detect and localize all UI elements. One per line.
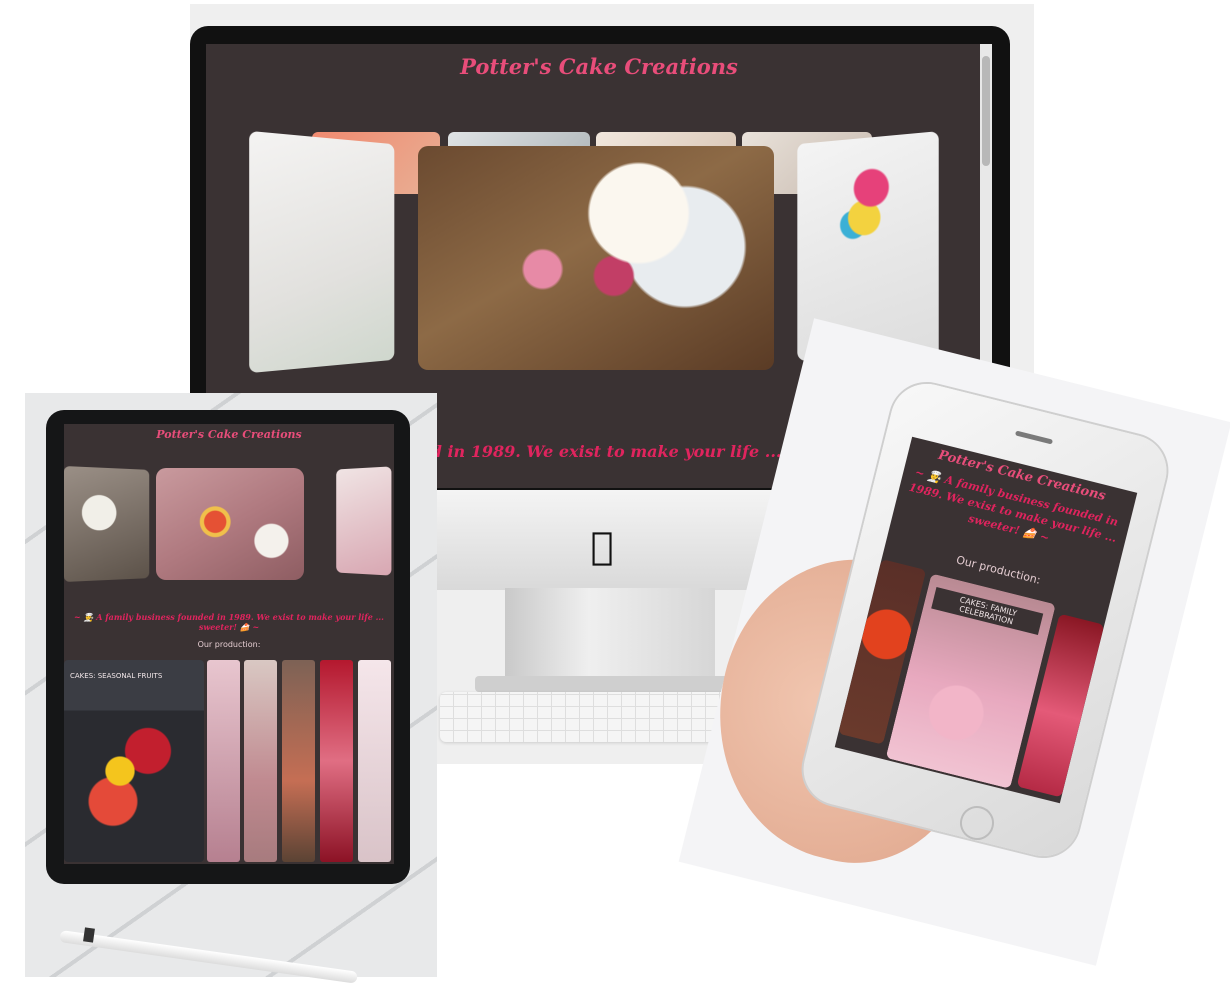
production-card-active[interactable]: [64, 660, 204, 862]
production-card[interactable]: [358, 660, 391, 862]
site-title[interactable]: Potter's Cake Creations: [206, 54, 992, 79]
carousel-slide-cupcakes[interactable]: [249, 130, 395, 374]
production-card-label: CAKES: SEASONAL FRUITS: [70, 672, 163, 680]
tablet-website-screen: Potter's Cake Creations ~ 👨‍🍳 A family b…: [64, 424, 394, 864]
scrollbar-thumb[interactable]: [982, 56, 990, 166]
carousel-slide-active-fruit-tart[interactable]: [156, 468, 304, 580]
site-tagline: ~ 👨‍🍳 A family business founded in 1989.…: [74, 612, 384, 632]
carousel-slide-wedding-cake[interactable]: [64, 465, 150, 583]
production-card[interactable]: [282, 660, 315, 862]
apple-logo-icon: : [584, 526, 620, 566]
production-card[interactable]: [244, 660, 277, 862]
carousel-slide-pink-dessert[interactable]: [336, 466, 392, 576]
monitor-stand-foot: [475, 676, 730, 692]
monitor-stand: [505, 588, 715, 678]
production-heading: Our production:: [197, 640, 261, 649]
production-card[interactable]: [207, 660, 240, 862]
site-title[interactable]: Potter's Cake Creations: [64, 428, 394, 441]
carousel-slide-active-flower-cupcakes[interactable]: [418, 146, 774, 370]
stylus-pencil-band: [83, 927, 95, 943]
keyboard: [440, 692, 730, 742]
production-card[interactable]: [320, 660, 353, 862]
